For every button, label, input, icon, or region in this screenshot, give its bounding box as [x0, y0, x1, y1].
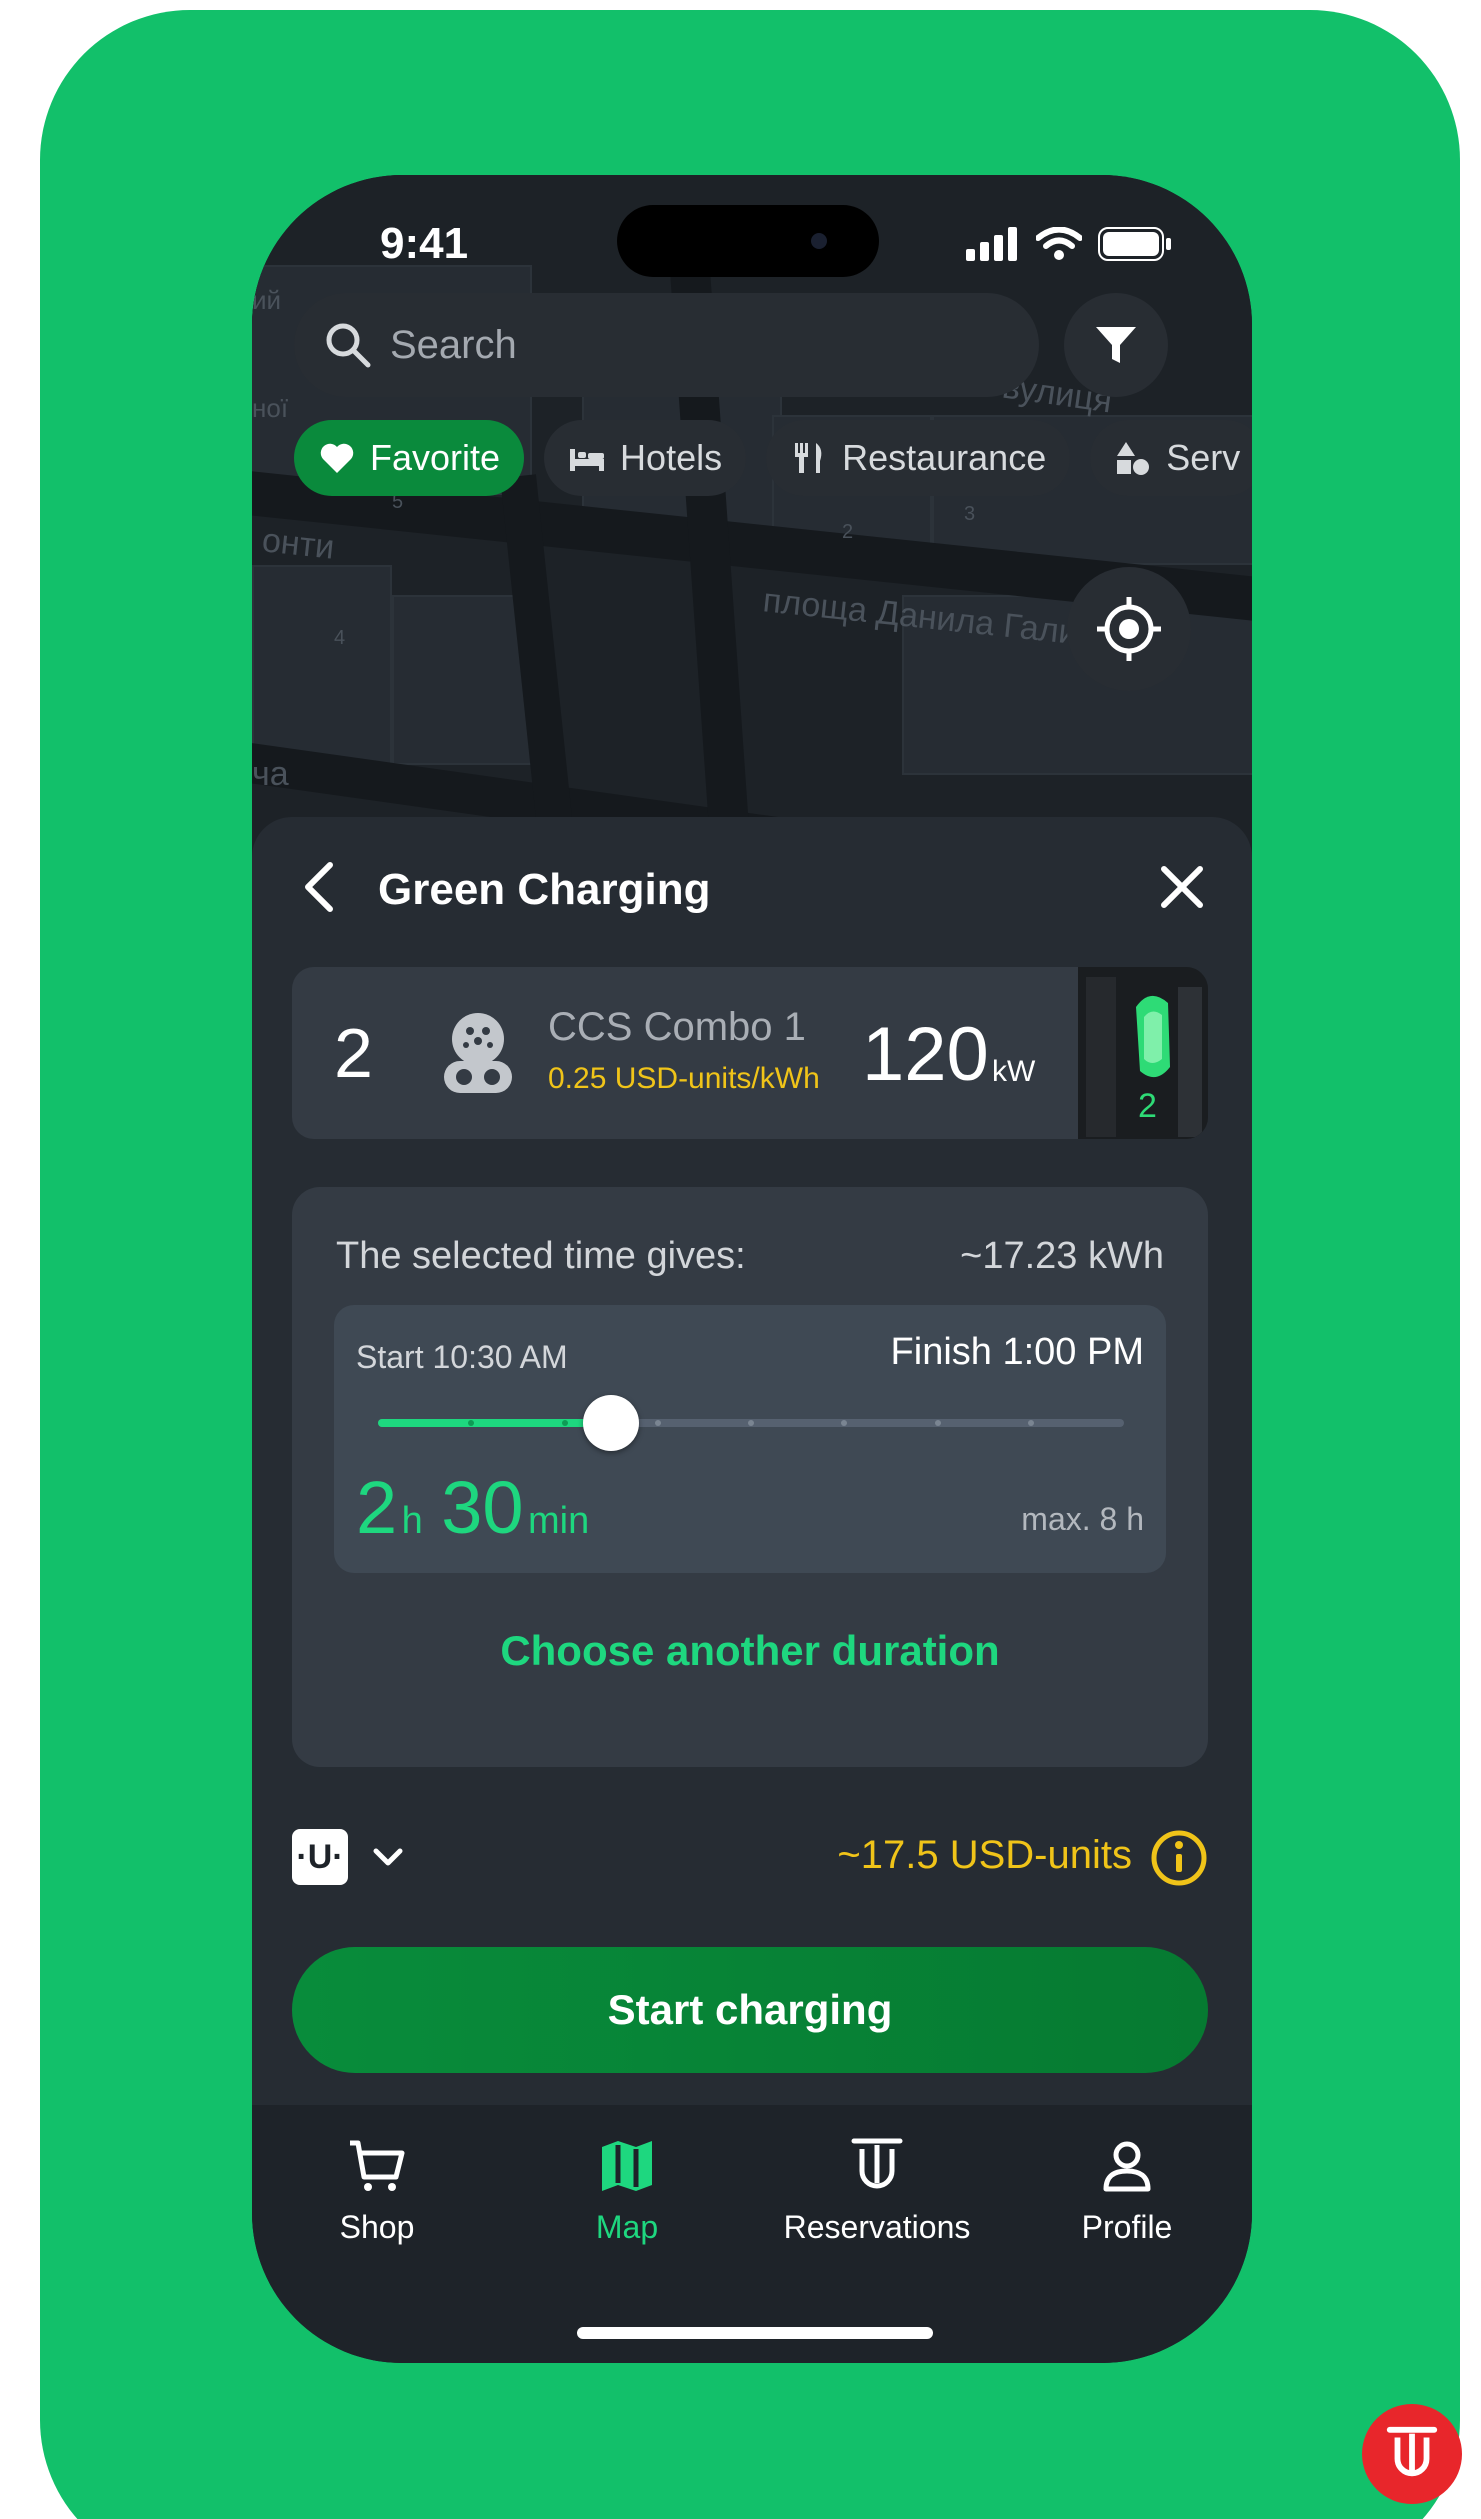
cart-icon	[350, 2140, 405, 2191]
ccs-connector-icon	[444, 1013, 512, 1093]
connector-photo: 2	[1078, 967, 1208, 1139]
brand-logo-badge	[1362, 2404, 1462, 2504]
cellular-signal-icon	[966, 227, 1017, 261]
search-icon	[326, 323, 371, 368]
info-icon[interactable]	[1150, 1829, 1208, 1887]
fork-knife-icon	[795, 443, 822, 473]
time-selection-card: The selected time gives: ~17.23 kWh Star…	[292, 1187, 1208, 1767]
connector-card[interactable]: 2 CCS Combo 1 0.25 USD-units/kWh 120 kW	[292, 967, 1208, 1139]
map-house-number: 2	[842, 521, 854, 543]
map-street-label: ий	[252, 285, 282, 315]
chip-restaurants[interactable]: Restaurance	[766, 420, 1071, 496]
status-icons	[966, 227, 1172, 261]
phone-frame: вулиця площа Данила Галицького онти нoї …	[252, 175, 1252, 2363]
status-time: 9:41	[380, 219, 469, 268]
chip-hotels[interactable]: Hotels	[544, 420, 747, 496]
start-charging-button[interactable]: Start charging	[292, 1947, 1208, 2073]
tab-label: Reservations	[783, 2209, 971, 2245]
map-house-number: 4	[334, 627, 346, 649]
chip-label: Favorite	[370, 437, 501, 478]
duration-minutes-unit: min	[527, 1500, 590, 1542]
duration-minutes: 30	[441, 1466, 524, 1549]
sheet-header: Green Charging	[252, 817, 1252, 967]
finish-time: Finish 1:00 PM	[890, 1331, 1144, 1373]
slider-tick	[561, 1420, 568, 1426]
chip-label: Serv	[1166, 437, 1241, 478]
search-bar[interactable]: Search	[294, 293, 1039, 397]
energy-estimate: ~17.23 kWh	[960, 1235, 1164, 1277]
wifi-icon	[1036, 227, 1082, 260]
connector-power: 120	[862, 1012, 989, 1097]
map-street-label: нoї	[252, 393, 289, 423]
map-street-label: ча	[252, 755, 289, 793]
chevron-down-icon[interactable]	[368, 1837, 408, 1877]
tab-label: Map	[595, 2209, 659, 2245]
duration-slider[interactable]	[378, 1395, 1124, 1451]
payment-row: ·U· ~17.5 USD-units	[292, 1817, 1208, 1897]
slider-tick	[934, 1420, 941, 1426]
station-title: Green Charging	[378, 865, 711, 914]
station-sheet: Green Charging 2 CCS Combo 1 0.25 USD-un…	[252, 817, 1252, 2117]
start-time: Start 10:30 AM	[356, 1339, 568, 1375]
photo-badge: 2	[1138, 1087, 1157, 1125]
bed-icon	[570, 449, 605, 471]
dynamic-island	[617, 205, 879, 277]
home-indicator[interactable]	[577, 2327, 933, 2339]
duration-hours-unit: h	[401, 1500, 423, 1542]
chip-label: Restaurance	[842, 437, 1047, 478]
map-icon	[602, 2141, 652, 2191]
heart-icon	[320, 443, 354, 473]
slider-fill	[378, 1419, 612, 1427]
currency-selector[interactable]: ·U·	[292, 1829, 348, 1885]
map-house-number: 3	[964, 503, 976, 525]
tab-bar: Shop Map Reservations Profile	[252, 2105, 1252, 2363]
connector-number: 2	[334, 1014, 373, 1092]
chip-services[interactable]: Serv	[1090, 420, 1252, 496]
time-gives-label: The selected time gives:	[336, 1235, 746, 1277]
crosshair-location-icon	[1097, 597, 1161, 661]
filter-icon	[1096, 327, 1136, 363]
duration-hours: 2	[356, 1466, 398, 1549]
connector-power-unit: kW	[992, 1055, 1036, 1088]
tab-label: Shop	[339, 2209, 415, 2245]
person-icon	[1103, 2141, 1151, 2192]
chip-label: Hotels	[620, 437, 723, 478]
connector-type: CCS Combo 1	[548, 1005, 806, 1049]
slider-tick	[748, 1420, 754, 1426]
connector-price: 0.25 USD-units/kWh	[548, 1062, 820, 1095]
brand-logo-icon	[1386, 2426, 1438, 2477]
selected-duration: 2 h 30 min	[356, 1465, 603, 1550]
reservations-icon	[851, 2138, 903, 2189]
search-input[interactable]: Search	[390, 323, 517, 368]
back-arrow-icon[interactable]	[292, 857, 352, 917]
filter-button[interactable]	[1064, 293, 1168, 397]
slider-thumb[interactable]	[583, 1395, 640, 1451]
shapes-icon	[1117, 442, 1150, 475]
category-chips: Favorite Hotels Restaurance Serv	[294, 420, 1252, 496]
chip-favorite[interactable]: Favorite	[294, 420, 525, 496]
choose-another-duration-button[interactable]: Choose another duration	[292, 1627, 1208, 1675]
tab-reservations[interactable]: Reservations	[752, 2135, 1002, 2246]
close-icon[interactable]	[1152, 857, 1212, 917]
battery-icon	[1098, 227, 1171, 261]
slider-tick	[654, 1420, 661, 1426]
slider-tick	[841, 1420, 848, 1426]
tab-shop[interactable]: Shop	[252, 2135, 502, 2246]
map-street-label: онти	[260, 521, 337, 567]
total-price: ~17.5 USD-units	[837, 1833, 1132, 1877]
slider-tick	[1027, 1420, 1034, 1426]
locate-me-button[interactable]	[1067, 567, 1191, 691]
tab-label: Profile	[1081, 2209, 1173, 2245]
duration-slider-box: Start 10:30 AM Finish 1:00 PM 2 h 30 min…	[334, 1305, 1166, 1573]
tab-map[interactable]: Map	[502, 2135, 752, 2246]
map-building	[252, 565, 392, 765]
tab-profile[interactable]: Profile	[1002, 2135, 1252, 2246]
max-duration: max. 8 h	[1021, 1501, 1144, 1537]
